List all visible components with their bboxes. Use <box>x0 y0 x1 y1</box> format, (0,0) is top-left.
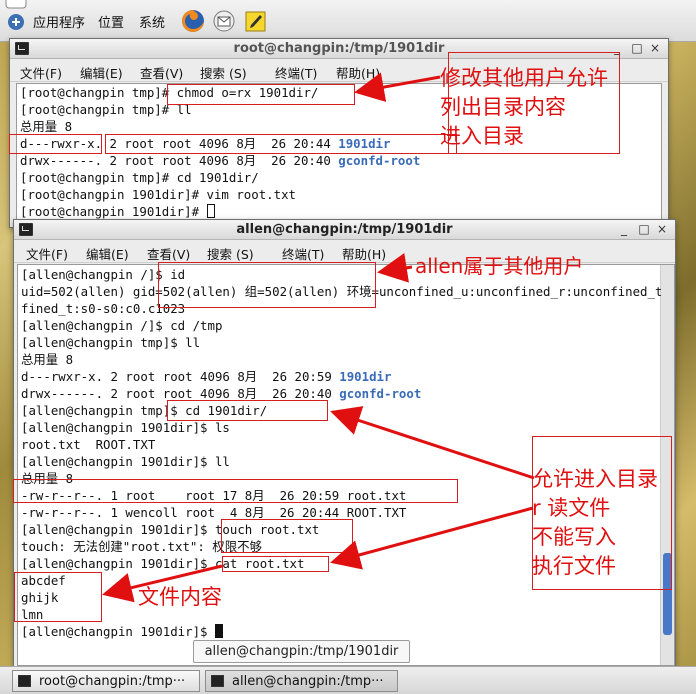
annotation-chmod-note: 修改其他用户允许 列出目录内容 进入目录 <box>440 66 608 148</box>
bottom-taskbar: root@changpin:/tmp··· allen@changpin:/tm… <box>0 666 696 694</box>
taskbar-item-label: root@changpin:/tmp··· <box>39 674 186 689</box>
terminal-icon <box>211 675 224 687</box>
arrow-to-cd <box>330 406 535 480</box>
terminal-icon <box>18 675 31 687</box>
window-tooltip: allen@changpin:/tmp/1901dir <box>193 640 410 663</box>
annotation-other-user-note: allen属于其他用户 <box>415 254 584 278</box>
taskbar-item-allen-terminal[interactable]: allen@changpin:/tmp··· <box>205 670 398 692</box>
annotation-permission-note: 允许进入目录 r 读文件 不能写入 执行文件 <box>532 467 658 578</box>
arrow-to-id <box>377 253 413 283</box>
arrow-to-cat <box>330 506 534 570</box>
annotation-file-content-note: 文件内容 <box>138 585 222 609</box>
arrow-to-chmod <box>354 72 441 102</box>
taskbar-item-label: allen@changpin:/tmp··· <box>232 674 384 689</box>
taskbar-item-root-terminal[interactable]: root@changpin:/tmp··· <box>12 670 200 692</box>
